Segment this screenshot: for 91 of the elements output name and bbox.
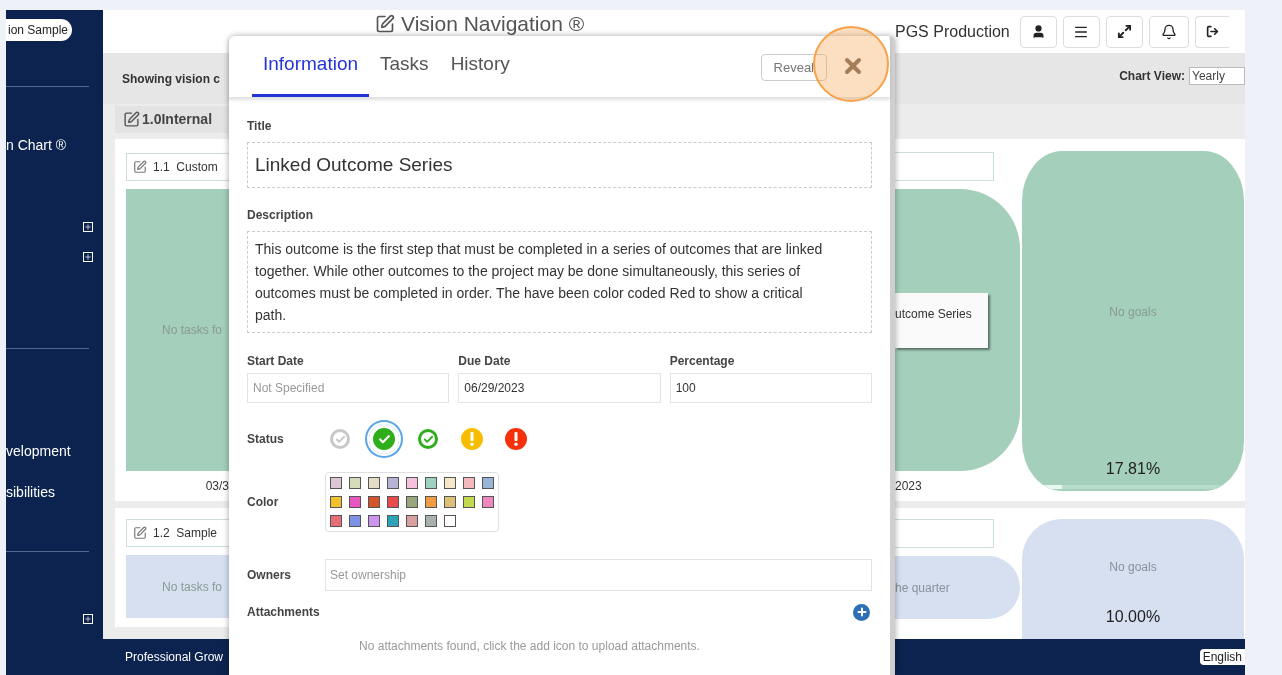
color-swatch[interactable]	[444, 477, 456, 489]
goal-title: 1.2 Sample	[153, 525, 218, 543]
bell-icon	[1160, 23, 1177, 40]
chart-view-label: Chart View:	[1119, 67, 1185, 85]
note-text: he quarter	[895, 579, 950, 597]
exclamation-icon	[470, 432, 474, 446]
check-icon	[377, 432, 391, 446]
field-label: Owners	[247, 567, 292, 584]
edit-icon[interactable]	[123, 111, 140, 129]
date-field[interactable]: 06/29/2023	[458, 373, 661, 403]
user-button[interactable]	[1019, 15, 1057, 48]
field-label: Percentage	[669, 353, 736, 370]
edit-icon[interactable]	[375, 14, 395, 34]
field-label: Attachments	[247, 604, 320, 621]
color-swatch[interactable]	[463, 477, 475, 489]
sidebar-link[interactable]: n Chart ®	[6, 135, 67, 156]
dialog-tab[interactable]: History	[439, 36, 521, 97]
edit-icon[interactable]	[133, 526, 147, 541]
field-label: Start Date	[247, 353, 305, 370]
color-swatch[interactable]	[368, 477, 380, 489]
goal-title: 1.1 Custom	[153, 159, 218, 177]
page-title: Vision Navigation ®	[401, 11, 585, 37]
vision-caption: Showing vision c	[122, 70, 220, 88]
color-swatch[interactable]	[330, 515, 342, 527]
field-label: Description	[247, 207, 314, 224]
color-swatch[interactable]	[425, 477, 437, 489]
menu-button[interactable]	[1062, 15, 1100, 48]
expand-icon[interactable]	[83, 222, 93, 232]
color-swatch[interactable]	[425, 515, 437, 527]
dialog-tab[interactable]: Information	[252, 36, 370, 97]
date-field[interactable]: Not Specified	[247, 373, 450, 403]
color-swatch[interactable]	[406, 515, 418, 527]
expand-icon[interactable]	[83, 614, 93, 624]
description-field[interactable]: This outcome is the first step that must be completed in a series of outcomes that are linked together. While other outcomes to the project may be done simultaneously, this series of outcomes must be completed in order. The have been color coded Red to show a critical path.	[247, 231, 872, 333]
outcome-title: utcome Series	[895, 306, 972, 321]
color-swatch[interactable]	[349, 496, 361, 508]
date-text: 03/3	[205, 478, 229, 496]
color-swatch[interactable]	[482, 477, 494, 489]
color-swatch[interactable]	[406, 496, 418, 508]
sidebar-link[interactable]: sibilities	[6, 482, 55, 503]
color-swatch[interactable]	[425, 496, 437, 508]
color-swatch[interactable]	[387, 496, 399, 508]
date-text: 2023	[895, 478, 923, 496]
attachments-empty-text: No attachments found, click the add icon to upload attachments.	[359, 638, 700, 655]
workspace-pill[interactable]: ion Sample	[6, 19, 73, 41]
expand-icon[interactable]	[83, 252, 93, 262]
field-label: Due Date	[458, 353, 512, 370]
notifications-button[interactable]	[1148, 15, 1189, 48]
color-swatch[interactable]	[330, 477, 342, 489]
field-label: Status	[247, 431, 285, 448]
sidebar-link[interactable]: velopment	[6, 441, 71, 462]
user-icon	[1030, 24, 1046, 39]
color-swatch[interactable]	[330, 496, 342, 508]
goal-title-box[interactable]: 1.1 Custom	[126, 153, 229, 182]
percent-text: 10.00%	[1105, 607, 1161, 628]
exclamation-icon	[514, 432, 518, 446]
title-field[interactable]: Linked Outcome Series	[247, 142, 872, 188]
section-title: 1.0Internal	[142, 110, 213, 130]
color-swatch[interactable]	[406, 477, 418, 489]
color-swatch[interactable]	[482, 496, 494, 508]
logout-icon	[1205, 25, 1219, 38]
color-swatch[interactable]	[387, 477, 399, 489]
field-label: Title	[247, 118, 273, 135]
add-attachment-button[interactable]	[853, 603, 870, 621]
organization-name: PGS Production	[895, 21, 1010, 42]
goal-title-box[interactable]: 1.2 Sample	[126, 519, 229, 548]
check-icon	[422, 433, 434, 445]
date-field[interactable]: 100	[669, 373, 872, 403]
language-select[interactable]: English	[1199, 649, 1245, 666]
color-swatch[interactable]	[444, 515, 456, 527]
empty-tasks-text: No tasks fo	[162, 578, 223, 596]
expand-arrows-icon	[1116, 24, 1132, 39]
logout-button[interactable]	[1194, 15, 1229, 48]
reveal-button[interactable]: Reveal	[760, 54, 827, 81]
field-label: Color	[247, 494, 280, 511]
color-swatch[interactable]	[349, 515, 361, 527]
edit-icon[interactable]	[133, 160, 147, 175]
color-swatch[interactable]	[444, 496, 456, 508]
owners-field[interactable]: Set ownership	[325, 559, 872, 591]
empty-goals-text: No goals	[1109, 559, 1157, 577]
color-swatch[interactable]	[368, 515, 380, 527]
check-icon	[334, 433, 346, 445]
color-swatch[interactable]	[463, 496, 475, 508]
color-swatch[interactable]	[349, 477, 361, 489]
percent-text: 17.81%	[1105, 459, 1161, 480]
color-swatch[interactable]	[387, 515, 399, 527]
footer-text: Professional Grow	[125, 649, 224, 667]
dialog-tab[interactable]: Tasks	[369, 36, 440, 97]
fullscreen-button[interactable]	[1105, 15, 1143, 48]
chart-view-select[interactable]: Yearly	[1189, 66, 1245, 85]
color-swatch[interactable]	[368, 496, 380, 508]
